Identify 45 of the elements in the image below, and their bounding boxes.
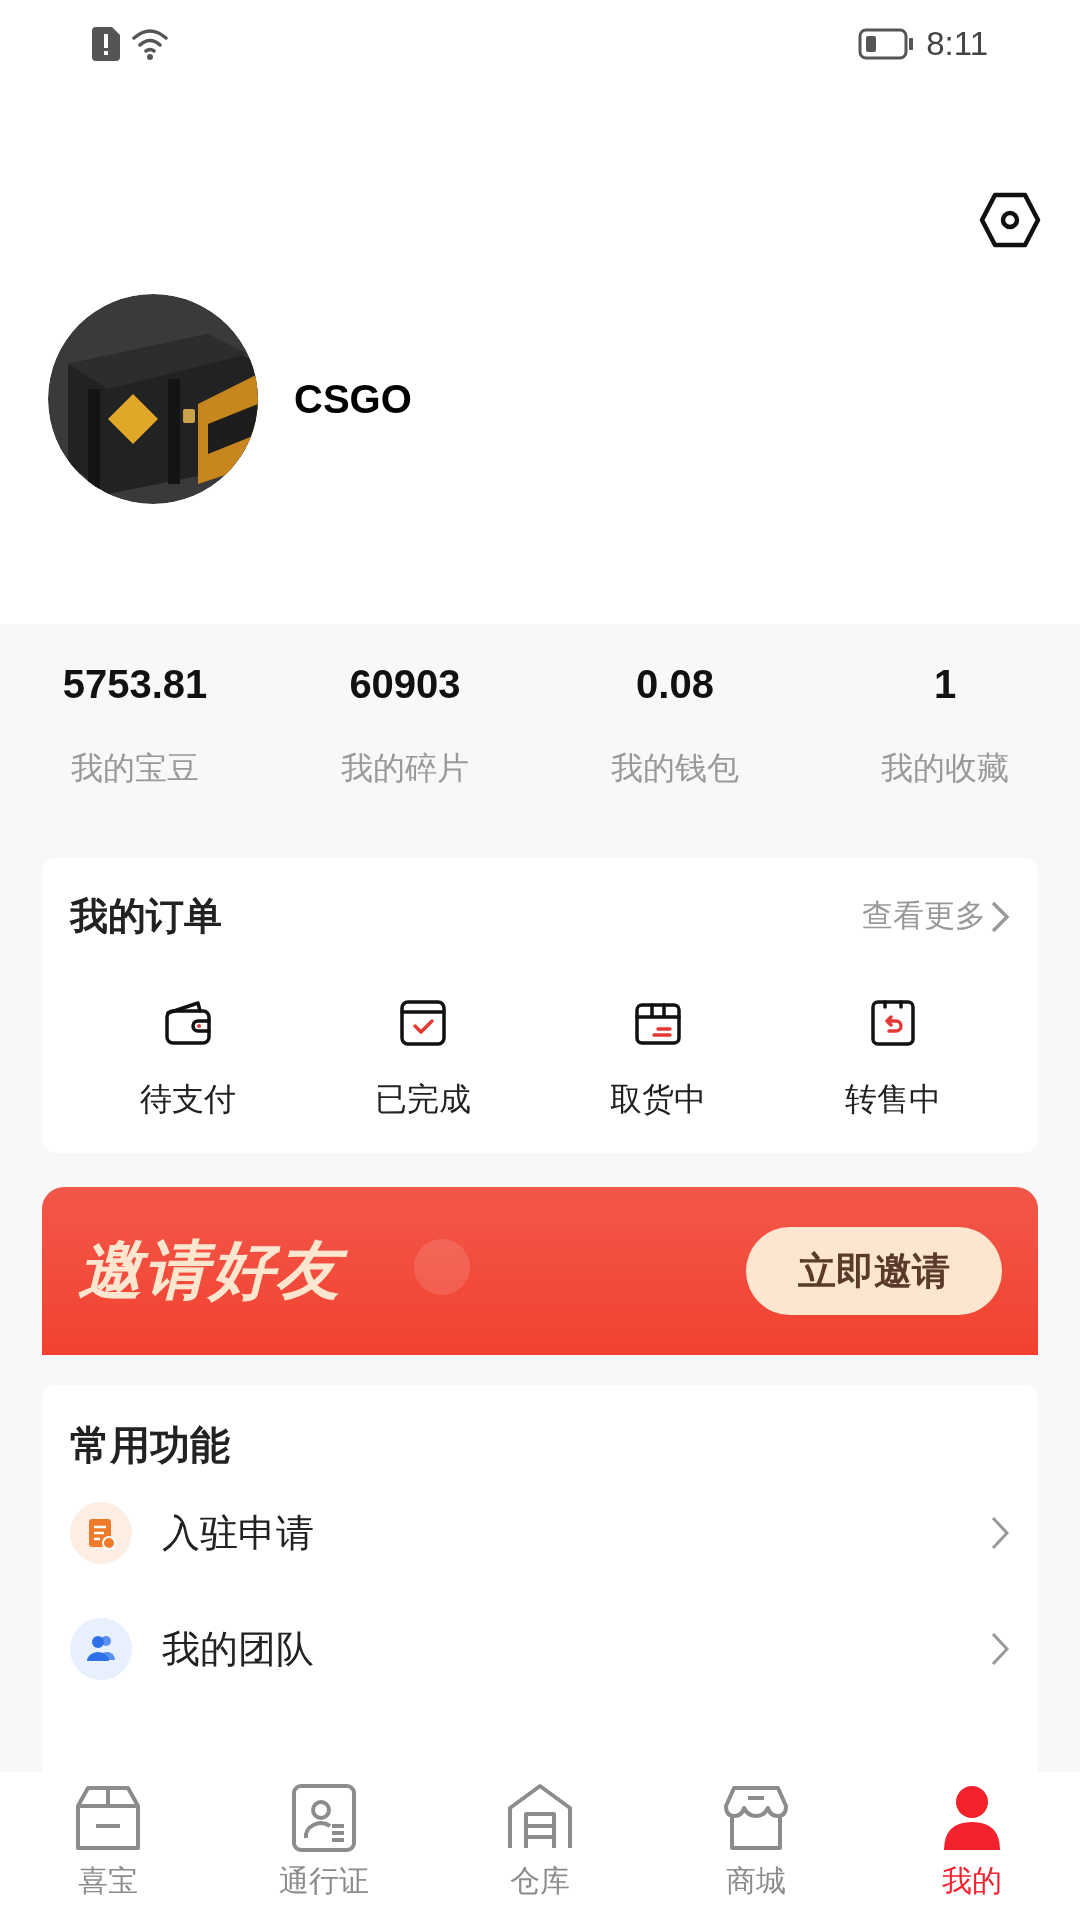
nav-label: 仓库: [510, 1863, 570, 1899]
stat-label: 我的钱包: [611, 749, 739, 788]
order-status-label: 待支付: [139, 1080, 236, 1119]
profile-name: CSGO: [294, 376, 412, 423]
stat-item[interactable]: 1 我的收藏: [810, 654, 1080, 792]
nav-label: 喜宝: [78, 1863, 138, 1899]
function-label: 我的团队: [162, 1626, 315, 1672]
order-status-label: 已完成: [374, 1080, 471, 1119]
stat-value: 0.08: [636, 661, 714, 708]
chevron-right-icon: [990, 1515, 1010, 1551]
document-icon: [70, 1502, 132, 1564]
nav-label: 商城: [726, 1863, 786, 1899]
clock-time: 8:11: [926, 24, 988, 65]
function-row[interactable]: 我的团队: [70, 1591, 1010, 1707]
nav-tab[interactable]: 我的: [864, 1782, 1080, 1920]
order-status-button[interactable]: 转售中: [775, 995, 1010, 1123]
order-status-label: 转售中: [844, 1080, 941, 1119]
sim-alert-icon: [92, 27, 120, 61]
stat-value: 5753.81: [62, 661, 208, 708]
people-icon: [70, 1618, 132, 1680]
stat-label: 我的宝豆: [71, 749, 199, 788]
stat-label: 我的碎片: [341, 749, 469, 788]
nav-label: 通行证: [279, 1863, 369, 1899]
bubble-icon: [412, 1237, 472, 1297]
orders-title: 我的订单: [70, 894, 222, 939]
stat-item[interactable]: 5753.81 我的宝豆: [0, 654, 270, 792]
functions-title: 常用功能: [70, 1422, 231, 1469]
stat-item[interactable]: 0.08 我的钱包: [540, 654, 810, 792]
function-row[interactable]: 入驻申请: [70, 1475, 1010, 1591]
stat-value: 60903: [349, 661, 461, 708]
chevron-right-icon: [990, 899, 1010, 934]
order-status-button[interactable]: 已完成: [305, 995, 540, 1123]
nav-label: 我的: [942, 1863, 1002, 1899]
chevron-right-icon: [990, 1631, 1010, 1667]
battery-icon: [858, 28, 915, 60]
order-status-button[interactable]: 待支付: [70, 995, 305, 1123]
function-label: 入驻申请: [162, 1510, 315, 1556]
stat-value: 1: [933, 661, 957, 708]
order-status-label: 取货中: [609, 1080, 706, 1119]
invite-now-button[interactable]: 立即邀请: [746, 1227, 1002, 1315]
stat-label: 我的收藏: [881, 749, 1009, 788]
invite-title: 邀请好友: [78, 1229, 358, 1313]
stat-item[interactable]: 60903 我的碎片: [270, 654, 540, 792]
settings-icon: [979, 192, 1041, 248]
order-status-button[interactable]: 取货中: [540, 995, 775, 1123]
